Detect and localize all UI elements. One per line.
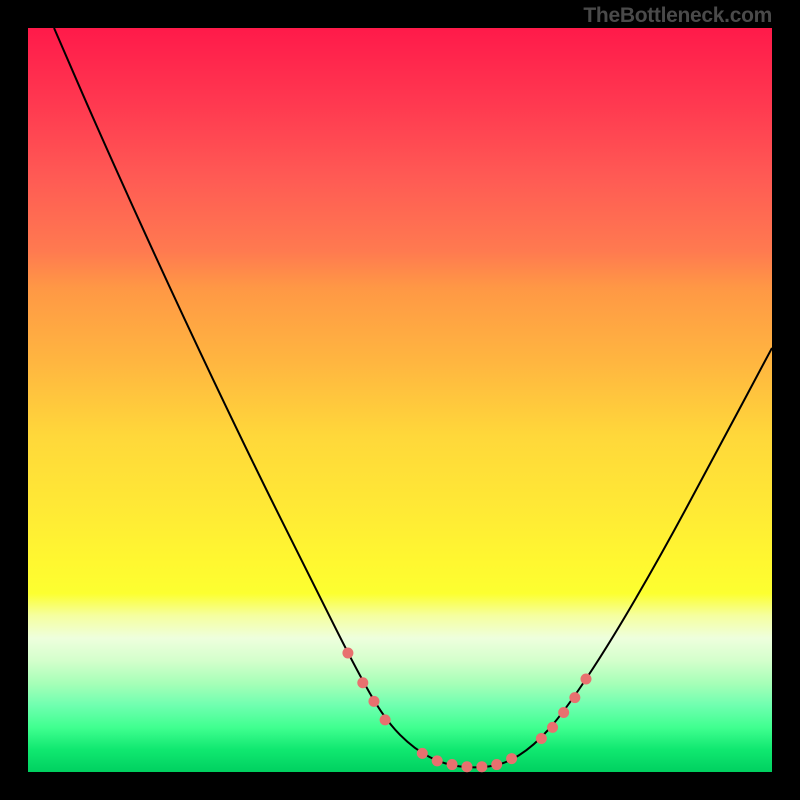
data-dot	[491, 759, 502, 770]
chart-container: TheBottleneck.com	[0, 0, 800, 800]
data-dot	[342, 647, 353, 658]
curve-svg	[0, 0, 800, 800]
data-dot	[558, 707, 569, 718]
bottleneck-curve	[54, 28, 772, 767]
data-dot	[569, 692, 580, 703]
data-dot	[461, 761, 472, 772]
data-dot	[447, 759, 458, 770]
data-dot	[417, 748, 428, 759]
data-dot	[476, 761, 487, 772]
data-dot	[357, 677, 368, 688]
data-dot	[368, 696, 379, 707]
data-dot	[380, 714, 391, 725]
data-dot	[432, 755, 443, 766]
data-dot	[547, 722, 558, 733]
data-dot	[581, 674, 592, 685]
data-dot	[506, 753, 517, 764]
data-dot	[536, 733, 547, 744]
